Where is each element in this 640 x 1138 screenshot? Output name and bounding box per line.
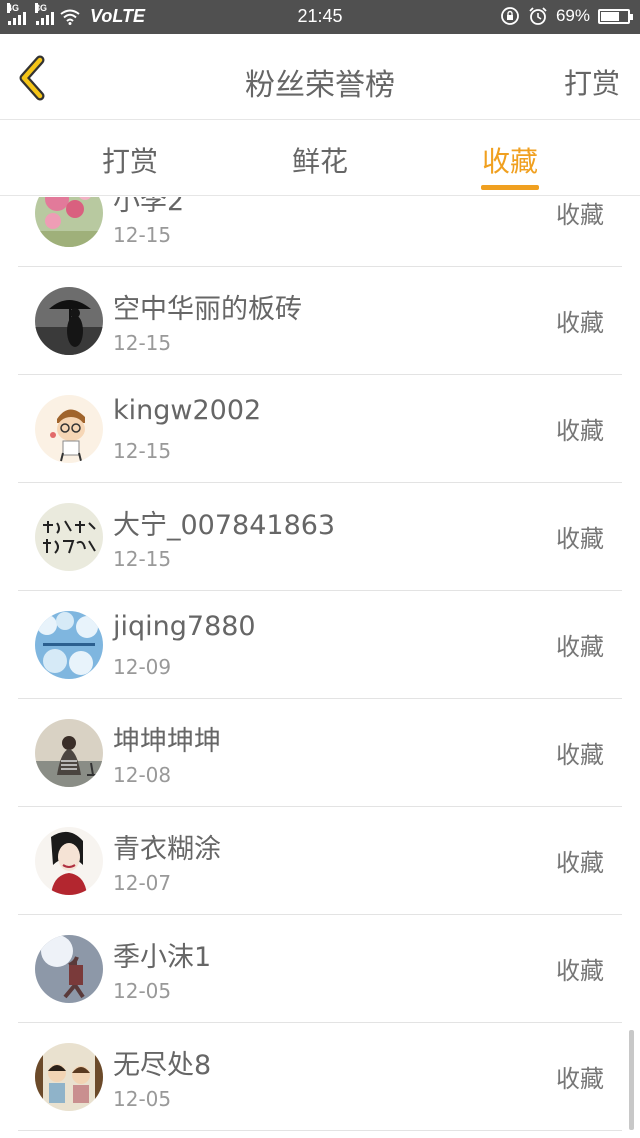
reward-button[interactable]: 打赏	[564, 62, 620, 102]
fan-date: 12-05	[113, 979, 172, 1003]
fans-list-viewport[interactable]: 小李2 12-15 收藏 空中华丽的板砖 12-15 收藏 kingw2002 …	[0, 197, 640, 1138]
fan-date: 12-08	[113, 763, 172, 787]
tab-favorites[interactable]: 收藏	[450, 140, 570, 180]
list-item[interactable]: 空中华丽的板砖 12-15 收藏	[0, 267, 640, 375]
fan-name: jiqing7880	[113, 611, 256, 642]
avatar[interactable]	[35, 503, 103, 571]
list-item[interactable]: 季小沫1 12-05 收藏	[0, 915, 640, 1023]
list-item[interactable]: jiqing7880 12-09 收藏	[0, 591, 640, 699]
list-item[interactable]: 大宁_007841863 12-15 收藏	[0, 483, 640, 591]
avatar[interactable]	[35, 935, 103, 1003]
list-item[interactable]: 小李2 12-15 收藏	[0, 197, 640, 267]
fan-name: 大宁_007841863	[113, 510, 336, 541]
list-item[interactable]: 坤坤坤坤 12-08 收藏	[0, 699, 640, 807]
header: 粉丝荣誉榜 打赏	[0, 34, 640, 120]
fan-date: 12-15	[113, 547, 172, 571]
avatar[interactable]	[35, 1043, 103, 1111]
fan-date: 12-07	[113, 871, 172, 895]
avatar[interactable]	[35, 287, 103, 355]
fan-date: 12-15	[113, 331, 172, 355]
fan-name: 无尽处8	[113, 1050, 212, 1081]
fan-name: 青衣糊涂	[113, 834, 221, 865]
avatar[interactable]	[35, 611, 103, 679]
fan-action: 收藏	[556, 417, 604, 445]
fans-list: 小李2 12-15 收藏 空中华丽的板砖 12-15 收藏 kingw2002 …	[0, 197, 640, 1131]
fan-name: kingw2002	[113, 395, 262, 426]
fan-action: 收藏	[556, 741, 604, 769]
fan-date: 12-15	[113, 223, 172, 247]
avatar[interactable]	[35, 827, 103, 895]
fan-name: 空中华丽的板砖	[113, 294, 302, 325]
avatar[interactable]	[35, 395, 103, 463]
fan-name: 小李2	[113, 197, 185, 217]
fan-date: 12-15	[113, 439, 172, 463]
fan-date: 12-05	[113, 1087, 172, 1111]
fan-action: 收藏	[556, 633, 604, 661]
fan-action: 收藏	[556, 201, 604, 229]
status-bar: 4G 3G VoLTE 21:45 69%	[0, 0, 640, 34]
list-item[interactable]: 无尽处8 12-05 收藏	[0, 1023, 640, 1131]
fan-action: 收藏	[556, 1065, 604, 1093]
battery-percent: 69%	[555, 6, 590, 25]
fan-action: 收藏	[556, 957, 604, 985]
tab-bar: 打赏 鲜花 收藏	[0, 120, 640, 196]
fan-name: 坤坤坤坤	[113, 726, 221, 757]
fan-action: 收藏	[556, 849, 604, 877]
battery-level	[601, 11, 619, 21]
tab-flowers[interactable]: 鲜花	[260, 140, 380, 180]
page-title: 粉丝荣誉榜	[245, 68, 395, 103]
avatar[interactable]	[35, 719, 103, 787]
active-tab-indicator	[481, 185, 539, 190]
alarm-icon	[529, 7, 547, 25]
scrollbar[interactable]	[629, 1030, 634, 1130]
battery-icon	[598, 8, 633, 24]
status-right: 69%	[500, 6, 633, 26]
avatar[interactable]	[35, 197, 103, 247]
fan-date: 12-09	[113, 655, 172, 679]
list-item[interactable]: 青衣糊涂 12-07 收藏	[0, 807, 640, 915]
fan-name: 季小沫1	[113, 942, 212, 973]
list-item[interactable]: kingw2002 12-15 收藏	[0, 375, 640, 483]
tab-reward[interactable]: 打赏	[70, 140, 190, 180]
fan-action: 收藏	[556, 309, 604, 337]
fan-action: 收藏	[556, 525, 604, 553]
rotation-lock-icon	[501, 7, 519, 25]
